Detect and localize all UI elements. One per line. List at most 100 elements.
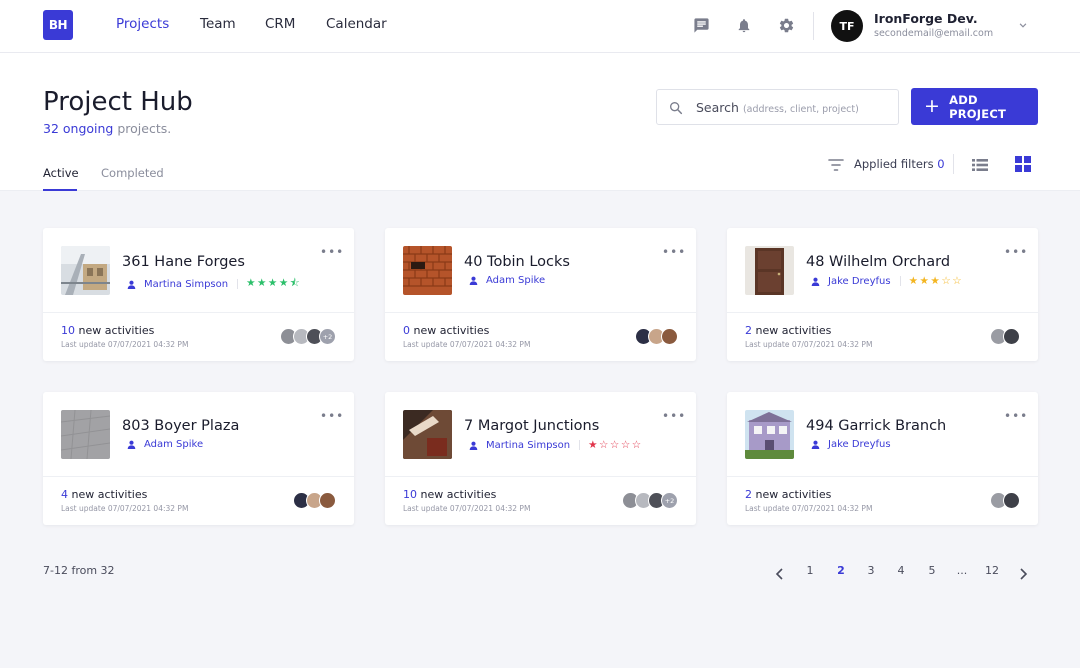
person-icon [469,276,478,285]
more-options-icon[interactable]: ••• [662,410,686,422]
ongoing-count: 32 ongoing [43,121,114,136]
card-header: 48 Wilhelm Orchard Jake Dreyfus ★★★☆☆ ••… [727,228,1038,313]
nav-link-crm[interactable]: CRM [265,16,295,32]
project-owner[interactable]: Jake Dreyfus ★★★☆☆ [811,275,963,287]
project-card[interactable]: 803 Boyer Plaza Adam Spike ••• 4 new act… [43,392,354,525]
ongoing-projects-summary: 32 ongoing projects. [43,121,171,136]
more-options-icon[interactable]: ••• [320,246,344,258]
project-owner[interactable]: Martina Simpson ★★★★⯪ [127,275,301,293]
project-card[interactable]: 361 Hane Forges Martina Simpson ★★★★⯪ ••… [43,228,354,361]
add-project-label: ADD PROJECT [949,92,1007,121]
filter-icon[interactable] [828,157,844,171]
activities-label: new activities [410,324,490,337]
avatar [661,328,678,345]
project-thumbnail [61,410,110,459]
project-title[interactable]: 494 Garrick Branch [806,418,946,434]
nav-link-team[interactable]: Team [200,16,236,32]
top-navigation-bar: BH Projects Team CRM Calendar TF IronFor… [0,0,1080,53]
more-members-badge: +2 [661,492,678,509]
page-button-3[interactable]: 3 [861,564,881,577]
app-logo[interactable]: BH [43,10,73,40]
project-title[interactable]: 803 Boyer Plaza [122,418,239,434]
activities-label: new activities [417,488,497,501]
project-title[interactable]: 361 Hane Forges [122,254,245,270]
last-update: Last update 07/07/2021 04:32 PM [61,340,189,349]
owner-divider [899,276,901,286]
applied-filters-button[interactable]: Applied filters 0 [854,157,945,171]
project-title[interactable]: 40 Tobin Locks [464,254,570,270]
activities-label: new activities [75,324,155,337]
card-header: 361 Hane Forges Martina Simpson ★★★★⯪ ••… [43,228,354,313]
more-options-icon[interactable]: ••• [320,410,344,422]
search-placeholder: Search (address, client, project) [696,100,859,115]
page-button-4[interactable]: 4 [891,564,911,577]
tab-completed[interactable]: Completed [101,166,164,180]
page-button-5[interactable]: 5 [922,564,942,577]
page-button-1[interactable]: 1 [800,564,820,577]
project-title[interactable]: 7 Margot Junctions [464,418,599,434]
chevron-left-icon[interactable] [775,565,785,580]
add-project-button[interactable]: + ADD PROJECT [911,88,1038,125]
user-avatar[interactable]: TF [831,10,863,42]
project-owner[interactable]: Jake Dreyfus [811,439,891,450]
activities-count: 10 [403,488,417,501]
page-button-2[interactable]: 2 [831,564,851,577]
card-header: 803 Boyer Plaza Adam Spike ••• [43,392,354,477]
owner-name: Martina Simpson [486,439,571,451]
activities-label: new activities [68,488,148,501]
project-card[interactable]: 494 Garrick Branch Jake Dreyfus ••• 2 ne… [727,392,1038,525]
view-toggle-divider [953,154,954,174]
grid-view-icon[interactable] [1015,156,1031,172]
last-update: Last update 07/07/2021 04:32 PM [403,340,531,349]
bell-icon[interactable] [734,15,754,35]
owner-name: Adam Spike [486,275,546,286]
person-icon [127,440,136,449]
page-ellipsis: ... [956,564,968,577]
last-update: Last update 07/07/2021 04:32 PM [745,504,873,513]
project-owner[interactable]: Adam Spike [469,275,545,286]
team-avatars[interactable] [635,328,678,345]
team-avatars[interactable]: +2 [622,492,678,509]
list-view-icon[interactable] [972,157,988,171]
project-card[interactable]: 7 Margot Junctions Martina Simpson ★☆☆☆☆… [385,392,696,525]
team-avatars[interactable] [990,492,1020,509]
tab-active[interactable]: Active [43,166,79,180]
owner-name: Adam Spike [144,439,204,450]
chevron-down-icon[interactable] [1016,17,1030,31]
results-range: 7-12 from 32 [43,564,115,577]
last-update: Last update 07/07/2021 04:32 PM [403,504,531,513]
activities-count: 2 [745,324,752,337]
gear-icon[interactable] [776,15,796,35]
project-thumbnail [745,246,794,295]
new-activities: 2 new activities [745,324,831,337]
team-avatars[interactable]: +2 [280,328,336,345]
person-icon [811,440,820,449]
project-owner[interactable]: Adam Spike [127,439,203,450]
topbar-divider [813,12,814,40]
project-card[interactable]: 48 Wilhelm Orchard Jake Dreyfus ★★★☆☆ ••… [727,228,1038,361]
user-email: secondemail@email.com [874,28,994,39]
more-options-icon[interactable]: ••• [1004,410,1028,422]
chevron-right-icon[interactable] [1018,565,1028,580]
plus-icon: + [924,95,941,117]
more-options-icon[interactable]: ••• [662,246,686,258]
active-tab-indicator [43,189,77,191]
user-name[interactable]: IronForge Dev. [874,11,978,26]
person-icon [469,441,478,450]
search-label: Search [696,100,739,115]
more-options-icon[interactable]: ••• [1004,246,1028,258]
project-card[interactable]: 40 Tobin Locks Adam Spike ••• 0 new acti… [385,228,696,361]
page-button-12[interactable]: 12 [982,564,1002,577]
nav-link-calendar[interactable]: Calendar [326,16,387,32]
project-owner[interactable]: Martina Simpson ★☆☆☆☆ [469,439,643,451]
team-avatars[interactable] [990,328,1020,345]
activities-count: 4 [61,488,68,501]
project-title[interactable]: 48 Wilhelm Orchard [806,254,950,270]
activities-label: new activities [752,324,832,337]
owner-name: Jake Dreyfus [828,439,891,450]
nav-link-projects[interactable]: Projects [116,16,169,32]
search-input[interactable]: Search (address, client, project) [656,89,899,125]
owner-name: Jake Dreyfus [828,275,891,287]
chat-icon[interactable] [691,15,711,35]
team-avatars[interactable] [293,492,336,509]
